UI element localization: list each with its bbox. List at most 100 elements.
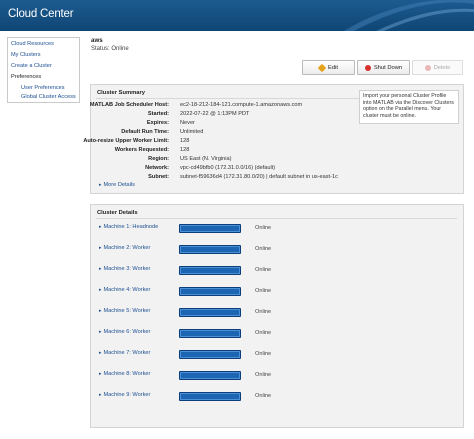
machine-name: Machine 9: Worker xyxy=(103,392,151,398)
machine-name: Machine 3: Worker xyxy=(103,266,151,272)
cluster-summary-title: Cluster Summary xyxy=(97,90,146,96)
chevron-right-icon: ▸ xyxy=(99,182,102,188)
chevron-right-icon: ▸ xyxy=(99,308,102,314)
more-details-label: More Details xyxy=(103,182,135,188)
machine-status: Online xyxy=(255,330,272,336)
summary-value: US East (N. Virginia) xyxy=(180,156,232,162)
machine-status-bar xyxy=(179,350,241,359)
machine-status-bar xyxy=(179,266,241,275)
cluster-name: aws xyxy=(91,37,103,44)
machine-status: Online xyxy=(255,225,272,231)
app-title: Cloud Center xyxy=(8,8,74,20)
edit-button[interactable]: Edit xyxy=(302,60,355,75)
machine-status: Online xyxy=(255,393,272,399)
chevron-right-icon: ▸ xyxy=(99,392,102,398)
delete-icon xyxy=(424,64,431,71)
summary-value: Never xyxy=(180,120,195,126)
machine-name: Machine 8: Worker xyxy=(103,371,151,377)
machine-row: ▸ Machine 5: Worker Online xyxy=(99,308,459,318)
sidebar-item-cloud-resources[interactable]: Cloud Resources xyxy=(11,41,54,47)
summary-label: Default Run Time: xyxy=(121,129,169,135)
machine-name: Machine 7: Worker xyxy=(103,350,151,356)
machine-link[interactable]: ▸ Machine 1: Headnode xyxy=(99,224,158,230)
machine-status-bar xyxy=(179,308,241,317)
summary-value: 128 xyxy=(180,147,190,153)
machine-name: Machine 4: Worker xyxy=(103,287,151,293)
edit-button-label: Edit xyxy=(328,64,338,71)
machine-row: ▸ Machine 8: Worker Online xyxy=(99,371,459,381)
machine-status: Online xyxy=(255,351,272,357)
machine-status: Online xyxy=(255,246,272,252)
machine-status-bar xyxy=(179,329,241,338)
sidebar-nav: Cloud Resources My Clusters Create a Clu… xyxy=(7,37,80,103)
summary-value: ec2-18-212-184-121.compute-1.amazonaws.c… xyxy=(180,102,303,108)
machine-row: ▸ Machine 9: Worker Online xyxy=(99,392,459,402)
chevron-right-icon: ▸ xyxy=(99,266,102,272)
machine-row: ▸ Machine 1: Headnode Online xyxy=(99,224,459,234)
machine-status: Online xyxy=(255,309,272,315)
summary-label: Started: xyxy=(147,111,169,117)
summary-value: subnet-f59636d4 (172.31.80.0/20) | defau… xyxy=(180,174,338,180)
summary-label: MATLAB Job Scheduler Host: xyxy=(89,102,169,108)
summary-value: 128 xyxy=(180,138,190,144)
header-swoosh-decoration xyxy=(344,0,474,31)
sidebar-item-user-preferences[interactable]: User Preferences xyxy=(21,85,65,91)
cluster-details-title: Cluster Details xyxy=(97,210,138,216)
summary-label: Network: xyxy=(145,165,169,171)
pencil-icon xyxy=(317,63,327,72)
sidebar-item-global-cluster-access[interactable]: Global Cluster Access xyxy=(21,94,76,100)
machine-name: Machine 1: Headnode xyxy=(103,224,159,230)
machine-row: ▸ Machine 2: Worker Online xyxy=(99,245,459,255)
machine-status: Online xyxy=(255,372,272,378)
chevron-right-icon: ▸ xyxy=(99,245,102,251)
chevron-right-icon: ▸ xyxy=(99,287,102,293)
machine-link[interactable]: ▸ Machine 4: Worker xyxy=(99,287,150,293)
chevron-right-icon: ▸ xyxy=(99,329,102,335)
machine-row: ▸ Machine 6: Worker Online xyxy=(99,329,459,339)
machine-link[interactable]: ▸ Machine 8: Worker xyxy=(99,371,150,377)
summary-value: vpc-cd49bfb0 (172.31.0.0/16) (default) xyxy=(180,165,276,171)
delete-button-label: Delete xyxy=(433,64,451,71)
machine-link[interactable]: ▸ Machine 3: Worker xyxy=(99,266,150,272)
cluster-details-body xyxy=(96,218,457,219)
machine-row: ▸ Machine 4: Worker Online xyxy=(99,287,459,297)
machine-status-bar xyxy=(179,392,241,401)
sidebar-item-create-cluster[interactable]: Create a Cluster xyxy=(11,63,52,69)
cluster-profile-note: Import your personal Cluster Profile int… xyxy=(359,90,459,124)
shut-down-button[interactable]: Shut Down xyxy=(357,60,410,75)
machine-row: ▸ Machine 3: Worker Online xyxy=(99,266,459,276)
cluster-status: Status: Online xyxy=(91,46,129,52)
chevron-right-icon: ▸ xyxy=(99,350,102,356)
summary-label: Auto-resize Upper Worker Limit: xyxy=(83,138,169,144)
machine-name: Machine 5: Worker xyxy=(103,308,151,314)
cluster-summary-panel: Cluster Summary MATLAB Job Scheduler Hos… xyxy=(83,84,464,194)
sidebar-item-my-clusters[interactable]: My Clusters xyxy=(11,52,41,58)
machine-status-bar xyxy=(179,224,241,233)
machine-link[interactable]: ▸ Machine 2: Worker xyxy=(99,245,150,251)
machine-link[interactable]: ▸ Machine 6: Worker xyxy=(99,329,150,335)
power-icon xyxy=(364,64,371,71)
shut-down-button-label: Shut Down xyxy=(373,64,403,71)
machine-row: ▸ Machine 7: Worker Online xyxy=(99,350,459,360)
machine-status: Online xyxy=(255,288,272,294)
summary-label: Subnet: xyxy=(148,174,169,180)
summary-value: Unlimited xyxy=(180,129,204,135)
machine-status-bar xyxy=(179,287,241,296)
summary-label: Region: xyxy=(148,156,169,162)
machine-name: Machine 6: Worker xyxy=(103,329,151,335)
delete-button[interactable]: Delete xyxy=(412,60,463,75)
machine-status-bar xyxy=(179,245,241,254)
chevron-right-icon: ▸ xyxy=(99,224,102,230)
summary-value: 2022-07-22 @ 1:13PM PDT xyxy=(180,111,250,117)
cluster-details-panel: Cluster Details ▸ Machine 1: Headnode Onl… xyxy=(90,204,464,428)
machine-link[interactable]: ▸ Machine 9: Worker xyxy=(99,392,150,398)
summary-label: Expires: xyxy=(146,120,169,126)
more-details-link[interactable]: ▸ More Details xyxy=(99,182,135,188)
machine-name: Machine 2: Worker xyxy=(103,245,151,251)
chevron-right-icon: ▸ xyxy=(99,371,102,377)
machine-status: Online xyxy=(255,267,272,273)
sidebar-section-preferences: Preferences xyxy=(11,74,42,80)
machine-link[interactable]: ▸ Machine 7: Worker xyxy=(99,350,150,356)
machine-link[interactable]: ▸ Machine 5: Worker xyxy=(99,308,150,314)
machine-status-bar xyxy=(179,371,241,380)
